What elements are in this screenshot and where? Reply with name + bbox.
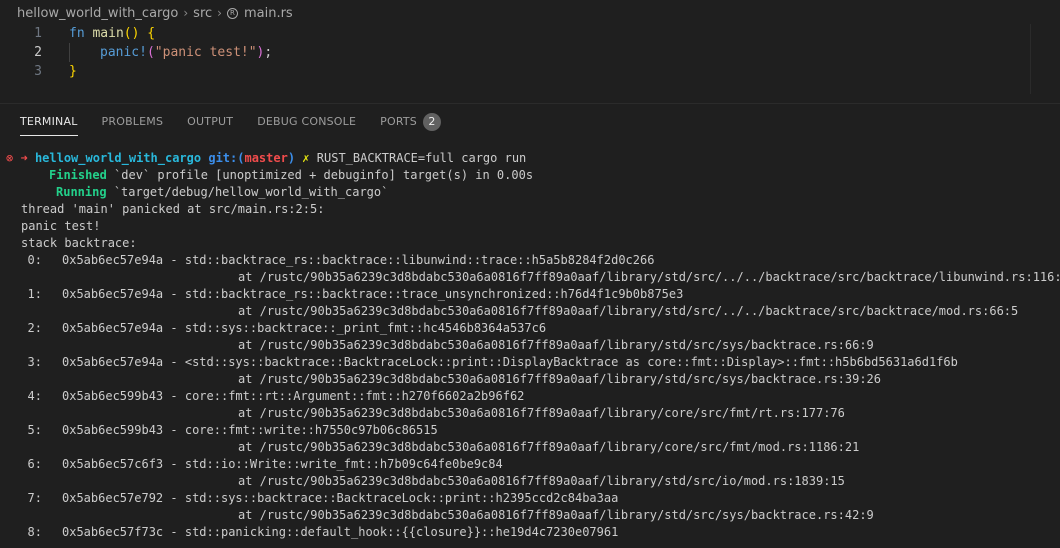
frame-address: 0x5ab6ec57e792: [62, 491, 164, 505]
backtrace-frame: 7: 0x5ab6ec57e792 - std::sys::backtrace::…: [0, 490, 619, 507]
chevron-right-icon: ›: [217, 6, 222, 20]
frame-index: 2:: [27, 321, 42, 335]
frame-index: 4:: [27, 389, 42, 403]
frame-index: 7:: [27, 491, 42, 505]
frame-location: at /rustc/90b35a6239c3d8bdabc530a6a0816f…: [238, 440, 860, 454]
code-editor[interactable]: 1 fn main() { 2 panic!("panic test!"); 3…: [0, 24, 1060, 94]
breadcrumb-folder[interactable]: hellow_world_with_cargo: [17, 6, 178, 21]
frame-address: 0x5ab6ec57e94a: [62, 321, 164, 335]
code-text: panic!("panic test!");: [100, 45, 273, 60]
tab-ports[interactable]: PORTS 2: [380, 104, 441, 140]
tab-output[interactable]: OUTPUT: [187, 104, 233, 140]
backtrace-frame: 2: 0x5ab6ec57e94a - std::sys::backtrace::…: [0, 320, 547, 337]
command-text: RUST_BACKTRACE=full cargo run: [316, 151, 527, 165]
line-number: 1: [34, 26, 42, 41]
frame-index: 0:: [27, 253, 42, 267]
frame-index: 3:: [27, 355, 42, 369]
line-number: 2: [34, 45, 42, 60]
breadcrumb-src[interactable]: src: [193, 6, 212, 21]
frame-location: at /rustc/90b35a6239c3d8bdabc530a6a0816f…: [238, 474, 845, 488]
frame-index: 6:: [27, 457, 42, 471]
code-line: 2 panic!("panic test!");: [0, 43, 1060, 62]
editor-scrollbar[interactable]: [1030, 24, 1060, 94]
code-text: fn main() {: [69, 26, 156, 41]
frame-symbol: std::backtrace_rs::backtrace::trace_unsy…: [184, 287, 684, 301]
tab-problems[interactable]: PROBLEMS: [102, 104, 164, 140]
frame-address: 0x5ab6ec599b43: [62, 389, 164, 403]
frame-index: 1:: [27, 287, 42, 301]
frame-symbol: core::fmt::write::h7550c97b06c86515: [184, 423, 438, 437]
code-line: 1 fn main() {: [0, 24, 1060, 43]
panel-tabs: TERMINAL PROBLEMS OUTPUT DEBUG CONSOLE P…: [0, 104, 1060, 140]
frame-index: 5:: [27, 423, 42, 437]
running-line: Running `target/debug/hellow_world_with_…: [56, 185, 389, 199]
frame-location: at /rustc/90b35a6239c3d8bdabc530a6a0816f…: [238, 338, 874, 352]
frame-address: 0x5ab6ec57e94a: [62, 287, 164, 301]
tab-terminal[interactable]: TERMINAL: [20, 104, 78, 140]
backtrace-frame: 1: 0x5ab6ec57e94a - std::backtrace_rs::ba…: [0, 286, 684, 303]
finished-line: Finished `dev` profile [unoptimized + de…: [49, 168, 534, 182]
frame-address: 0x5ab6ec599b43: [62, 423, 164, 437]
stack-header: stack backtrace:: [21, 236, 137, 250]
frame-symbol: std::sys::backtrace::_print_fmt::hc4546b…: [184, 321, 547, 335]
frame-separator: -: [163, 525, 185, 539]
panic-line: thread 'main' panicked at src/main.rs:2:…: [21, 202, 325, 216]
tab-debug-console[interactable]: DEBUG CONSOLE: [257, 104, 356, 140]
prompt-arrow-icon: ➜: [20, 151, 28, 165]
chevron-right-icon: ›: [183, 6, 189, 20]
frame-symbol: core::fmt::rt::Argument::fmt::h270f6602a…: [184, 389, 525, 403]
backtrace-frame: 3: 0x5ab6ec57e94a - <std::sys::backtrace:…: [0, 354, 958, 371]
frame-symbol: std::backtrace_rs::backtrace::libunwind:…: [184, 253, 655, 267]
frame-symbol: <std::sys::backtrace::BacktraceLock::pri…: [184, 355, 958, 369]
breadcrumb: hellow_world_with_cargo › src › R main.r…: [0, 0, 1060, 26]
frame-separator: -: [163, 287, 185, 301]
frame-separator: -: [163, 321, 185, 335]
frame-address: 0x5ab6ec57e94a: [62, 355, 164, 369]
frame-symbol: std::sys::backtrace::BacktraceLock::prin…: [184, 491, 619, 505]
frame-symbol: std::panicking::default_hook::{{closure}…: [184, 525, 619, 539]
frame-symbol: std::io::Write::write_fmt::h7b09c64fe0be…: [184, 457, 503, 471]
frame-address: 0x5ab6ec57c6f3: [62, 457, 164, 471]
backtrace-frame: 6: 0x5ab6ec57c6f3 - std::io::Write::write…: [0, 456, 503, 473]
code-text: }: [69, 64, 77, 79]
prompt-line: ⊗ ➜ hellow_world_with_cargo git:(master)…: [6, 151, 527, 165]
frame-address: 0x5ab6ec57f73c: [62, 525, 164, 539]
frame-location: at /rustc/90b35a6239c3d8bdabc530a6a0816f…: [238, 270, 1060, 284]
backtrace-frame: 4: 0x5ab6ec599b43 - core::fmt::rt::Argume…: [0, 388, 525, 405]
rust-file-icon: R: [226, 7, 238, 19]
frame-location: at /rustc/90b35a6239c3d8bdabc530a6a0816f…: [238, 406, 845, 420]
breadcrumb-file[interactable]: main.rs: [244, 6, 293, 21]
frame-separator: -: [163, 389, 185, 403]
ports-badge: 2: [423, 113, 441, 131]
frame-separator: -: [163, 457, 185, 471]
frame-index: 8:: [27, 525, 42, 539]
frame-separator: -: [163, 355, 185, 369]
frame-separator: -: [163, 491, 185, 505]
error-dot-icon: ⊗: [6, 151, 14, 165]
frame-address: 0x5ab6ec57e94a: [62, 253, 164, 267]
backtrace-frame: 0: 0x5ab6ec57e94a - std::backtrace_rs::ba…: [0, 252, 655, 269]
backtrace-frame: 5: 0x5ab6ec599b43 - core::fmt::write::h75…: [0, 422, 438, 439]
indent-guide: [69, 43, 70, 62]
frame-location: at /rustc/90b35a6239c3d8bdabc530a6a0816f…: [238, 508, 874, 522]
code-line: 3 }: [0, 62, 1060, 81]
panic-message: panic test!: [21, 219, 101, 233]
terminal-output[interactable]: ⊗ ➜ hellow_world_with_cargo git:(master)…: [0, 150, 1060, 548]
frame-location: at /rustc/90b35a6239c3d8bdabc530a6a0816f…: [238, 372, 881, 386]
frame-separator: -: [163, 253, 185, 267]
line-number: 3: [34, 64, 42, 79]
backtrace-frame: 8: 0x5ab6ec57f73c - std::panicking::defau…: [0, 524, 619, 541]
frame-separator: -: [163, 423, 185, 437]
dirty-icon: ✗: [302, 151, 310, 165]
frame-location: at /rustc/90b35a6239c3d8bdabc530a6a0816f…: [238, 304, 1019, 318]
